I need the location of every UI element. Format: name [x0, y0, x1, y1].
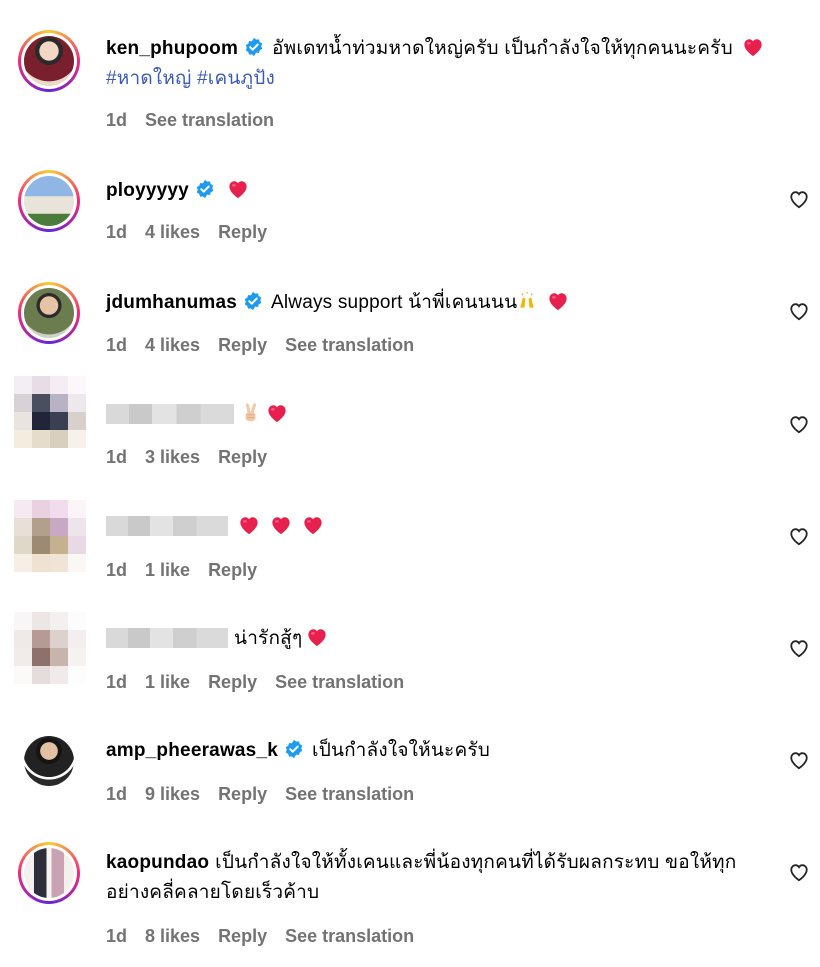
- comment-body: น่ารักสู้ๆ: [234, 628, 303, 649]
- blurred-username: [106, 516, 228, 536]
- comment-meta: 1d 4 likes Reply See translation: [106, 335, 432, 356]
- comment-meta: 1d See translation: [106, 110, 292, 131]
- timestamp: 1d: [106, 672, 128, 692]
- comment-meta: 1d 9 likes Reply See translation: [106, 784, 432, 805]
- avatar[interactable]: [18, 30, 80, 92]
- avatar[interactable]: [14, 376, 86, 448]
- verified-badge-icon: [243, 291, 263, 311]
- blurred-username: [106, 628, 228, 648]
- see-translation-button[interactable]: See translation: [285, 784, 414, 804]
- red-heart-emoji: [227, 179, 249, 199]
- likes-count[interactable]: 1 like: [145, 560, 190, 580]
- likes-count[interactable]: 9 likes: [145, 784, 200, 804]
- username[interactable]: ken_phupoom: [106, 38, 238, 59]
- red-heart-emoji: [302, 515, 324, 535]
- like-heart-icon[interactable]: [788, 638, 810, 658]
- likes-count[interactable]: 4 likes: [145, 222, 200, 242]
- red-heart-emoji: [742, 37, 764, 57]
- red-heart-emoji: [266, 403, 288, 423]
- hashtag-link[interactable]: #เคนภูปัง: [197, 68, 275, 89]
- verified-badge-icon: [244, 37, 264, 57]
- comment-meta: 1d 3 likes Reply: [106, 447, 285, 468]
- likes-count[interactable]: 8 likes: [145, 926, 200, 946]
- comment-text: amp_pheerawas_k เป็นกำลังใจให้นะครับ: [106, 736, 786, 766]
- comment-body: Always support น้าพี่เคนนนน: [271, 292, 518, 313]
- comment-meta: 1d 1 like Reply: [106, 560, 275, 581]
- avatar[interactable]: [18, 842, 80, 904]
- red-heart-emoji: [306, 627, 328, 647]
- see-translation-button[interactable]: See translation: [275, 672, 404, 692]
- avatar[interactable]: [14, 612, 86, 684]
- username[interactable]: amp_pheerawas_k: [106, 740, 278, 761]
- like-heart-icon[interactable]: [788, 414, 810, 434]
- like-heart-icon[interactable]: [788, 526, 810, 546]
- like-heart-icon[interactable]: [788, 301, 810, 321]
- likes-count[interactable]: 4 likes: [145, 335, 200, 355]
- reply-button[interactable]: Reply: [218, 222, 267, 242]
- timestamp: 1d: [106, 784, 128, 804]
- reply-button[interactable]: Reply: [218, 926, 267, 946]
- red-heart-emoji: [270, 515, 292, 535]
- comment-text: [106, 400, 786, 430]
- comment-text: [106, 512, 786, 542]
- timestamp: 1d: [106, 926, 128, 946]
- timestamp: 1d: [106, 110, 128, 130]
- comment-body: เป็นกำลังใจให้นะครับ: [312, 740, 491, 761]
- avatar[interactable]: [14, 500, 86, 572]
- raising-hands-emoji: [517, 291, 537, 311]
- comment-meta: 1d 1 like Reply See translation: [106, 672, 422, 693]
- likes-count[interactable]: 1 like: [145, 672, 190, 692]
- username[interactable]: kaopundao: [106, 852, 209, 873]
- likes-count[interactable]: 3 likes: [145, 447, 200, 467]
- like-heart-icon[interactable]: [788, 189, 810, 209]
- like-heart-icon[interactable]: [788, 750, 810, 770]
- like-heart-icon[interactable]: [788, 862, 810, 882]
- comment-meta: 1d 8 likes Reply See translation: [106, 926, 432, 947]
- victory-hand-emoji: [240, 402, 262, 424]
- username[interactable]: ployyyyy: [106, 180, 189, 201]
- avatar[interactable]: [18, 282, 80, 344]
- reply-button[interactable]: Reply: [218, 784, 267, 804]
- comment-text: jdumhanumas Always support น้าพี่เคนนนน: [106, 288, 786, 318]
- reply-button[interactable]: Reply: [208, 672, 257, 692]
- comment-text: น่ารักสู้ๆ: [106, 624, 786, 654]
- reply-button[interactable]: Reply: [218, 447, 267, 467]
- see-translation-button[interactable]: See translation: [145, 110, 274, 130]
- verified-badge-icon: [195, 179, 215, 199]
- avatar[interactable]: [18, 170, 80, 232]
- comment-text: kaopundao เป็นกำลังใจให้ทั้งเคนและพี่น้อง…: [106, 848, 778, 908]
- timestamp: 1d: [106, 335, 128, 355]
- timestamp: 1d: [106, 222, 128, 242]
- avatar[interactable]: [18, 730, 80, 792]
- verified-badge-icon: [284, 739, 304, 759]
- timestamp: 1d: [106, 447, 128, 467]
- comment-meta: 1d 4 likes Reply: [106, 222, 285, 243]
- comment-text: ployyyyy: [106, 176, 786, 206]
- hashtag-link[interactable]: #หาดใหญ่: [106, 68, 192, 89]
- comment-body: อัพเดทน้ำท่วมหาดใหญ่ครับ เป็นกำลังใจให้ท…: [272, 38, 733, 59]
- reply-button[interactable]: Reply: [218, 335, 267, 355]
- reply-button[interactable]: Reply: [208, 560, 257, 580]
- see-translation-button[interactable]: See translation: [285, 926, 414, 946]
- username[interactable]: jdumhanumas: [106, 292, 237, 313]
- comment-text: ken_phupoom อัพเดทน้ำท่วมหาดใหญ่ครับ เป็น…: [106, 34, 786, 94]
- see-translation-button[interactable]: See translation: [285, 335, 414, 355]
- blurred-username: [106, 404, 234, 424]
- red-heart-emoji: [238, 515, 260, 535]
- timestamp: 1d: [106, 560, 128, 580]
- red-heart-emoji: [547, 291, 569, 311]
